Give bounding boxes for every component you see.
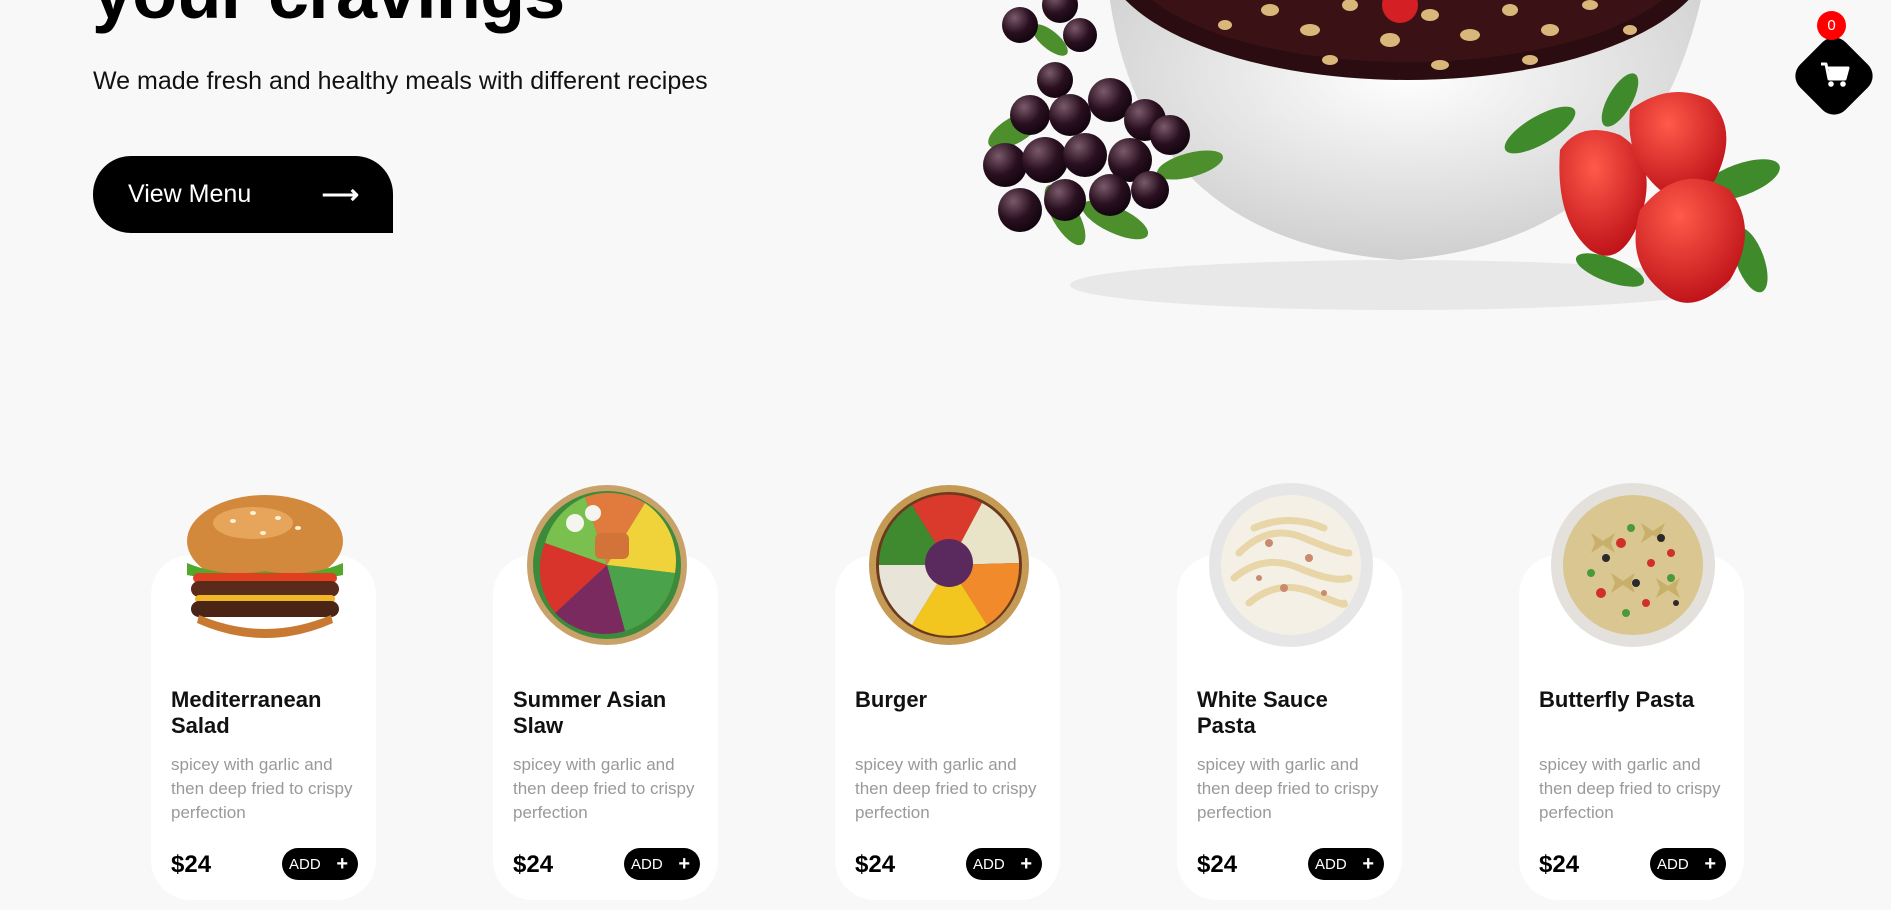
add-button-label: ADD [289, 855, 321, 873]
menu-item-price: $24 [513, 851, 554, 878]
burger-image [187, 495, 343, 638]
add-to-cart-button[interactable]: ADD + [966, 848, 1042, 880]
menu-item-name: Butterfly Pasta [1539, 687, 1695, 712]
add-button-label: ADD [1315, 855, 1347, 873]
menu-card: White Sauce Pasta spicey with garlic and… [1177, 483, 1402, 900]
cart-button[interactable]: 0 [1788, 11, 1880, 122]
plus-icon: + [1020, 853, 1032, 875]
add-to-cart-button[interactable]: ADD + [624, 848, 700, 880]
shopping-cart-icon [1821, 62, 1850, 87]
plus-icon: + [336, 853, 348, 875]
menu-card: Summer Asian Slaw spicey with garlic and… [493, 485, 718, 900]
menu-item-description: spicey with garlic and then deep fried t… [171, 755, 353, 822]
plus-icon: + [678, 853, 690, 875]
plus-icon: + [1704, 853, 1716, 875]
view-menu-button[interactable]: View Menu ⟶ [93, 156, 393, 233]
view-menu-label: View Menu [128, 180, 252, 208]
menu-item-description: spicey with garlic and then deep fried t… [1197, 755, 1379, 822]
butterfly-pasta-image [1551, 483, 1715, 647]
hero-acai-bowl-image [983, 0, 1780, 310]
menu-card: Mediterranean Salad spicey with garlic a… [151, 495, 376, 900]
add-button-label: ADD [1657, 855, 1689, 873]
menu-item-price: $24 [1539, 851, 1580, 878]
add-to-cart-button[interactable]: ADD + [282, 848, 358, 880]
add-to-cart-button[interactable]: ADD + [1308, 848, 1384, 880]
menu-item-price: $24 [855, 851, 896, 878]
menu-item-price: $24 [1197, 851, 1238, 878]
add-button-label: ADD [973, 855, 1005, 873]
menu-item-name: Burger [855, 687, 928, 712]
menu-item-description: spicey with garlic and then deep fried t… [855, 755, 1037, 822]
hero-subtitle: We made fresh and healthy meals with dif… [93, 67, 708, 95]
menu-item-description: spicey with garlic and then deep fried t… [513, 755, 695, 822]
cart-count-badge: 0 [1817, 11, 1846, 40]
menu-card: Butterfly Pasta spicey with garlic and t… [1519, 483, 1744, 900]
salad-bowl-image [527, 485, 687, 645]
white-sauce-pasta-image [1209, 483, 1373, 647]
add-button-label: ADD [631, 855, 663, 873]
grain-bowl-image [869, 485, 1029, 645]
menu-item-name: Mediterranean Salad [171, 687, 322, 738]
add-to-cart-button[interactable]: ADD + [1650, 848, 1726, 880]
menu-item-price: $24 [171, 851, 212, 878]
menu-item-description: spicey with garlic and then deep fried t… [1539, 755, 1721, 822]
menu-card: Burger spicey with garlic and then deep … [835, 485, 1060, 900]
menu-item-name: White Sauce Pasta [1197, 687, 1328, 738]
arrow-right-icon: ⟶ [321, 179, 359, 209]
hero-title: your cravings [92, 0, 565, 30]
menu-item-name: Summer Asian Slaw [513, 687, 667, 738]
plus-icon: + [1362, 853, 1374, 875]
